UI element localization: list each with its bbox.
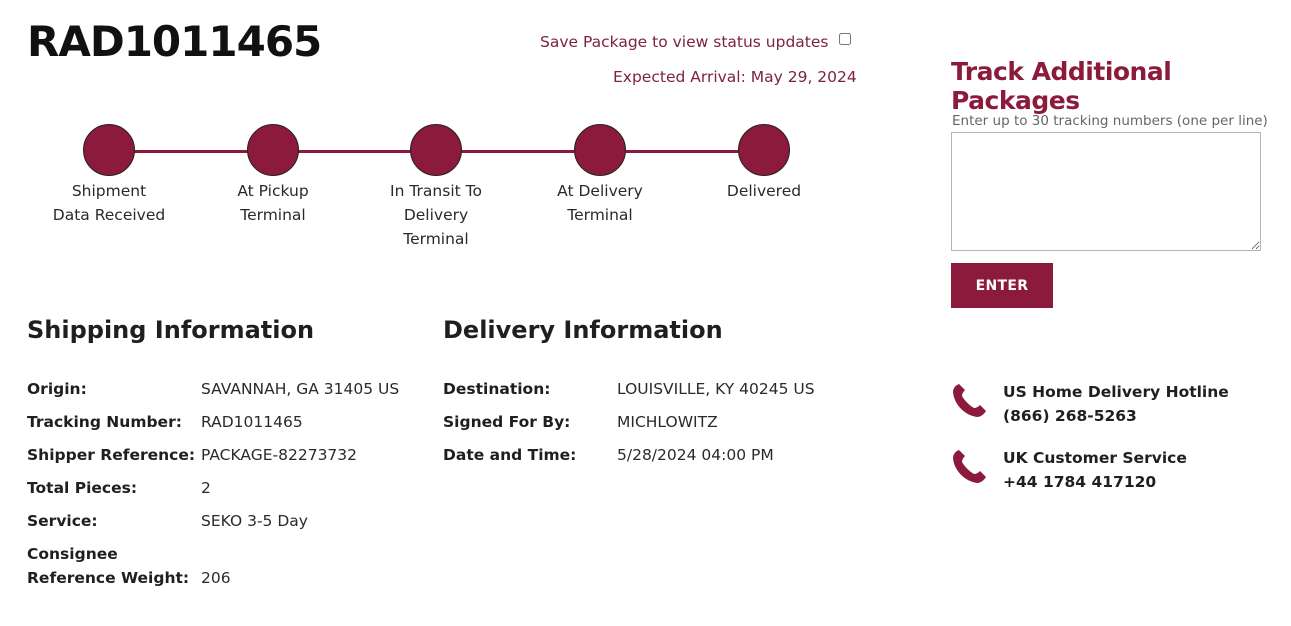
- contact-text: US Home Delivery Hotline (866) 268-5263: [1003, 380, 1229, 428]
- timeline-step-dot: [738, 124, 790, 176]
- track-additional-title: Track Additional Packages: [951, 57, 1172, 115]
- enter-button[interactable]: ENTER: [951, 263, 1053, 308]
- contact-name: US Home Delivery Hotline: [1003, 383, 1229, 401]
- phone-icon[interactable]: [950, 446, 990, 486]
- tracking-numbers-textarea[interactable]: [951, 132, 1261, 251]
- timeline-step-label: In Transit To Delivery Terminal: [390, 182, 482, 248]
- shipping-value-shipper-reference: PACKAGE-82273732: [201, 446, 358, 464]
- shipping-info-title: Shipping Information: [27, 316, 315, 344]
- timeline-step-in-transit: In Transit To Delivery Terminal: [361, 122, 511, 251]
- timeline-step-shipment-data-received: Shipment Data Received: [34, 122, 184, 227]
- shipping-value-tracking-number: RAD1011465: [201, 413, 303, 431]
- shipping-label-origin: Origin:: [27, 380, 87, 398]
- tracking-number-title: RAD1011465: [27, 17, 322, 66]
- shipping-value-service: SEKO 3-5 Day: [201, 512, 308, 530]
- contact-phone[interactable]: +44 1784 417120: [1003, 470, 1187, 494]
- timeline-step-at-delivery-terminal: At Delivery Terminal: [525, 122, 675, 227]
- delivery-label-signed-for-by: Signed For By:: [443, 413, 571, 431]
- phone-icon[interactable]: [950, 380, 990, 420]
- save-package-control[interactable]: Save Package to view status updates: [540, 33, 851, 51]
- timeline-step-delivered: Delivered: [689, 122, 839, 203]
- contact-uk-service: UK Customer Service +44 1784 417120: [950, 446, 1187, 494]
- timeline-step-dot: [83, 124, 135, 176]
- delivery-value-date-time: 5/28/2024 04:00 PM: [617, 446, 774, 464]
- timeline-step-dot: [247, 124, 299, 176]
- timeline-step-dot: [410, 124, 462, 176]
- shipping-value-consignee-reference-weight: 206: [201, 569, 231, 587]
- delivery-value-destination: LOUISVILLE, KY 40245 US: [617, 380, 815, 398]
- timeline-step-at-pickup-terminal: At Pickup Terminal: [198, 122, 348, 227]
- expected-arrival: Expected Arrival: May 29, 2024: [613, 68, 857, 86]
- delivery-label-date-time: Date and Time:: [443, 446, 577, 464]
- contact-text: UK Customer Service +44 1784 417120: [1003, 446, 1187, 494]
- save-package-checkbox[interactable]: [838, 33, 851, 45]
- timeline-step-label: Delivered: [726, 182, 802, 200]
- timeline-step-label: At Delivery Terminal: [557, 182, 643, 224]
- contact-us-hotline: US Home Delivery Hotline (866) 268-5263: [950, 380, 1229, 428]
- timeline-step-dot: [574, 124, 626, 176]
- shipping-value-origin: SAVANNAH, GA 31405 US: [201, 380, 400, 398]
- save-package-label: Save Package to view status updates: [540, 33, 829, 51]
- track-additional-hint: Enter up to 30 tracking numbers (one per…: [952, 113, 1268, 129]
- delivery-info-title: Delivery Information: [443, 316, 723, 344]
- status-timeline: Shipment Data Received At Pickup Termina…: [53, 122, 830, 262]
- shipping-label-service: Service:: [27, 512, 98, 530]
- timeline-step-label: At Pickup Terminal: [237, 182, 309, 224]
- timeline-step-label: Shipment Data Received: [52, 182, 166, 224]
- shipping-label-consignee-reference-weight: Consignee Reference Weight:: [27, 545, 190, 587]
- delivery-label-destination: Destination:: [443, 380, 551, 398]
- contact-name: UK Customer Service: [1003, 449, 1187, 467]
- delivery-value-signed-for-by: MICHLOWITZ: [617, 413, 718, 431]
- shipping-value-total-pieces: 2: [201, 479, 211, 497]
- shipping-label-shipper-reference: Shipper Reference:: [27, 446, 196, 464]
- contact-phone[interactable]: (866) 268-5263: [1003, 404, 1229, 428]
- shipping-label-tracking-number: Tracking Number:: [27, 413, 182, 431]
- shipping-label-total-pieces: Total Pieces:: [27, 479, 138, 497]
